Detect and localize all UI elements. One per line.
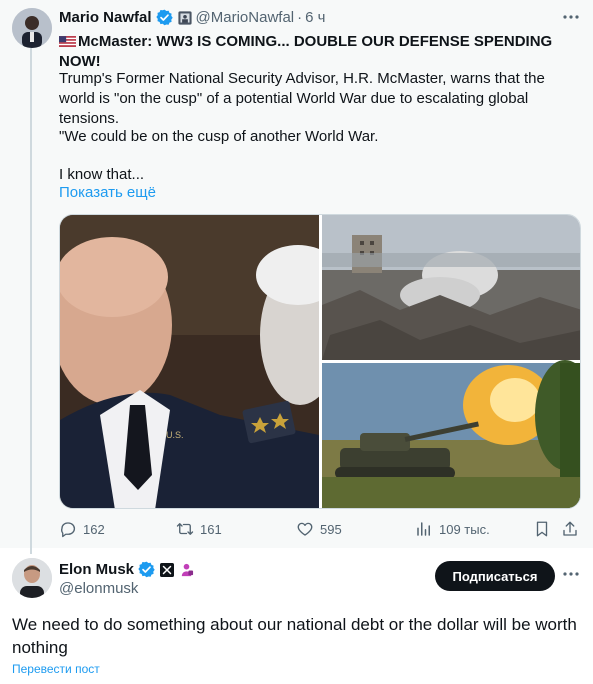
quoted-post-actions: 162 161 595 109 тыс. — [59, 519, 581, 539]
quoted-headline: McMaster: WW3 IS COMING... DOUBLE OUR DE… — [59, 32, 579, 72]
repost-count: 161 — [200, 521, 222, 537]
quoted-author-name[interactable]: Mario Nawfal — [59, 9, 152, 26]
body-paragraph-3: I know that... — [59, 166, 145, 183]
elon-avatar[interactable] — [12, 558, 52, 598]
thread-connector-line — [30, 48, 32, 554]
reply-count: 162 — [83, 521, 105, 537]
reply-icon — [61, 522, 76, 538]
like-count: 595 — [320, 521, 342, 537]
repost-action[interactable]: 161 — [176, 519, 222, 539]
body-paragraph-1: Trump's Former National Security Advisor… — [59, 70, 545, 127]
media-grid: U.S. — [59, 214, 581, 509]
photo-destroyed-city[interactable] — [322, 215, 581, 360]
headline-text: McMaster: WW3 IS COMING... DOUBLE OUR DE… — [59, 33, 553, 70]
like-icon — [297, 522, 313, 536]
bookmark-action[interactable] — [533, 519, 557, 539]
show-more-link[interactable]: Показать ещё — [59, 184, 156, 201]
views-action[interactable]: 109 тыс. — [415, 519, 490, 539]
share-icon — [563, 521, 577, 536]
us-flag-icon — [59, 36, 76, 47]
verified-badge-icon — [155, 9, 173, 26]
bookmark-icon — [536, 521, 548, 537]
follow-button[interactable]: Подписаться — [435, 561, 555, 591]
affiliate-badge-icon — [181, 563, 194, 577]
repost-icon — [176, 523, 194, 535]
verified-badge-icon — [138, 561, 155, 578]
photo-tank-firing[interactable] — [322, 360, 581, 509]
translate-post-link[interactable]: Перевести пост — [12, 662, 100, 676]
views-count: 109 тыс. — [439, 521, 490, 537]
views-icon — [417, 522, 430, 536]
separator-dot: · — [297, 9, 303, 26]
like-action[interactable]: 595 — [296, 519, 342, 539]
reply-post-header: Elon Musk — [59, 561, 194, 578]
more-horizontal-icon[interactable] — [559, 9, 583, 25]
mario-avatar[interactable] — [12, 8, 52, 48]
x-logo-icon — [160, 562, 175, 577]
affiliate-badge-icon — [177, 10, 192, 25]
body-paragraph-2: "We could be on the cusp of another Worl… — [59, 128, 379, 145]
reply-action[interactable]: 162 — [59, 519, 105, 539]
share-action[interactable] — [561, 519, 585, 539]
photo-officer-portrait[interactable]: U.S. — [60, 215, 340, 509]
reply-text: We need to do something about our nation… — [12, 615, 577, 657]
more-horizontal-icon[interactable] — [559, 566, 583, 582]
quoted-author-handle[interactable]: @MarioNawfal — [196, 9, 295, 26]
quoted-post-header: Mario Nawfal @MarioNawfal · 6 ч — [59, 9, 325, 26]
reply-author-name[interactable]: Elon Musk — [59, 561, 134, 578]
reply-author-handle[interactable]: @elonmusk — [59, 580, 138, 597]
post-time[interactable]: 6 ч — [305, 9, 325, 26]
image-patch-text: U.S. — [166, 430, 184, 440]
